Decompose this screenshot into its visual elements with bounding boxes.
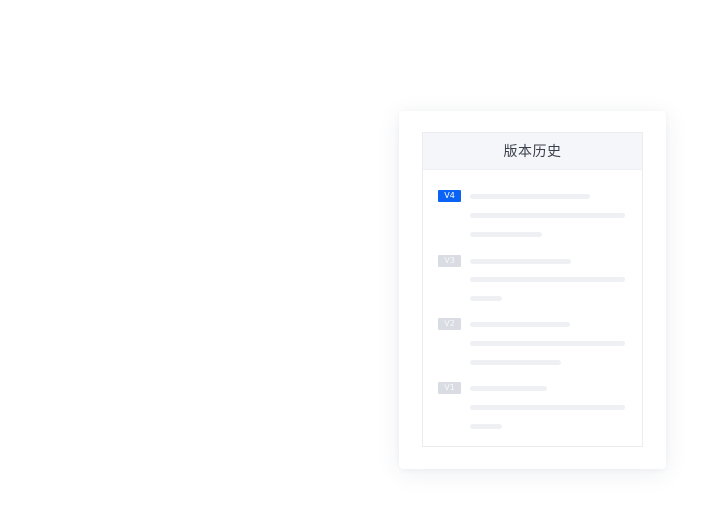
panel-title: 版本历史 bbox=[503, 144, 562, 160]
placeholder-line bbox=[470, 405, 625, 410]
placeholder-line bbox=[470, 259, 571, 264]
placeholder-line bbox=[470, 386, 547, 391]
placeholder-line bbox=[470, 277, 625, 282]
version-badge-v3: V3 bbox=[438, 255, 461, 267]
version-badge-v1: V1 bbox=[438, 382, 461, 394]
canvas: 版本历史 V4 V3 V2 V1 bbox=[0, 0, 707, 525]
placeholder-line bbox=[470, 360, 561, 365]
version-history-card: 版本历史 V4 V3 V2 V1 bbox=[399, 111, 666, 469]
placeholder-line bbox=[470, 213, 625, 218]
placeholder-line bbox=[470, 341, 625, 346]
version-history-panel: 版本历史 V4 V3 V2 V1 bbox=[422, 132, 643, 447]
panel-header: 版本历史 bbox=[423, 133, 642, 170]
placeholder-line bbox=[470, 322, 570, 327]
placeholder-line bbox=[470, 424, 502, 429]
placeholder-line bbox=[470, 232, 542, 237]
placeholder-line bbox=[470, 296, 502, 301]
placeholder-line bbox=[470, 194, 590, 199]
version-badge-v2: V2 bbox=[438, 318, 461, 330]
version-badge-v4: V4 bbox=[438, 190, 461, 202]
